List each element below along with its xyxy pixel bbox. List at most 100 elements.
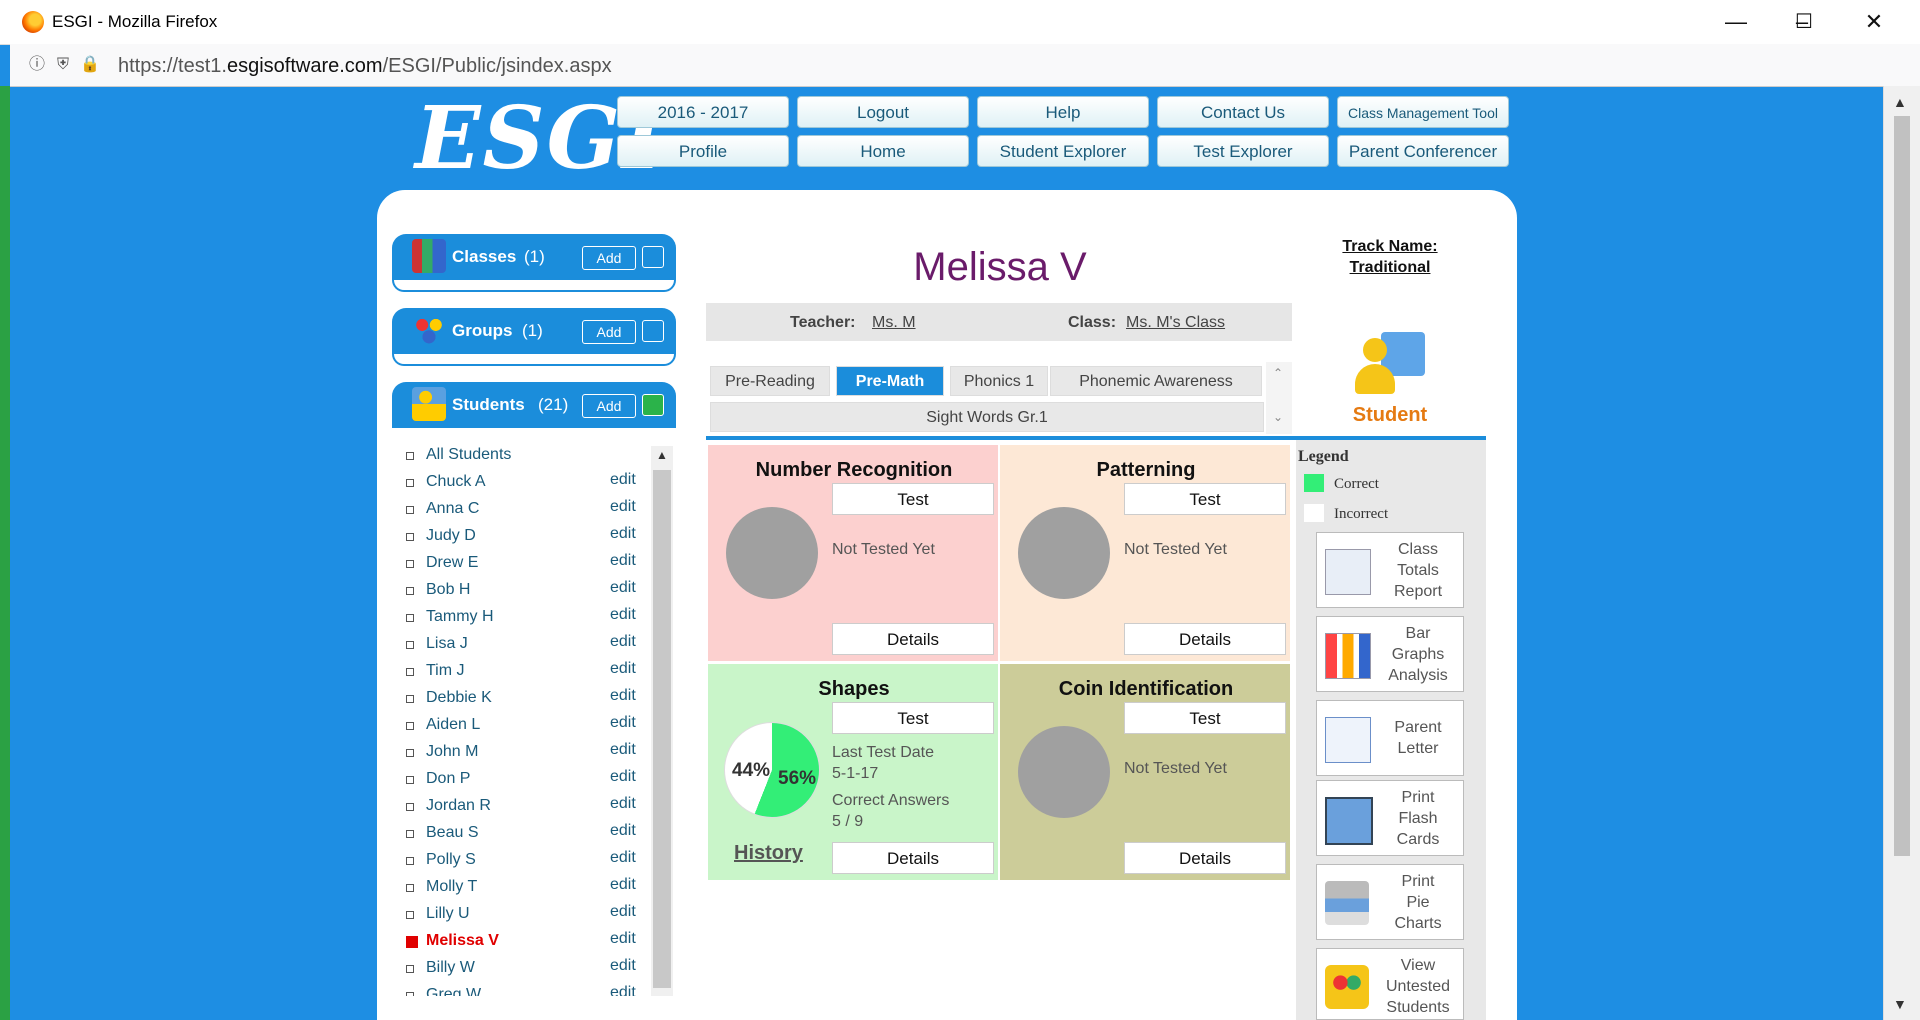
history-link[interactable]: History [734, 842, 803, 865]
track-label[interactable]: Track Name: [1320, 236, 1460, 257]
edit-link[interactable]: edit [610, 984, 636, 996]
list-item[interactable]: Don P edit [396, 766, 641, 793]
collapse-students-icon[interactable] [642, 394, 664, 416]
print-pie-charts-button[interactable]: Print Pie Charts [1316, 864, 1464, 940]
details-button[interactable]: Details [832, 842, 994, 874]
student-name[interactable]: Billy W [426, 959, 475, 977]
tab-pre-reading[interactable]: Pre-Reading [710, 366, 830, 396]
edit-link[interactable]: edit [610, 957, 636, 975]
chevron-down-icon[interactable]: ⌄ [1273, 410, 1283, 424]
info-icon[interactable]: ⓘ [28, 56, 46, 74]
list-item[interactable]: Tim J edit [396, 658, 641, 685]
track-value[interactable]: Traditional [1320, 257, 1460, 278]
tab-pre-math[interactable]: Pre-Math [836, 366, 944, 396]
details-button[interactable]: Details [1124, 842, 1286, 874]
edit-link[interactable]: edit [610, 498, 636, 516]
scroll-up-icon[interactable]: ▲ [656, 448, 668, 462]
edit-link[interactable]: edit [610, 822, 636, 840]
close-button[interactable]: ✕ [1854, 8, 1894, 36]
page-scrollbar[interactable]: ▲ ▼ [1883, 86, 1920, 1020]
tab-phonics-1[interactable]: Phonics 1 [950, 366, 1048, 396]
edit-link[interactable]: edit [610, 903, 636, 921]
student-name[interactable]: Debbie K [426, 689, 492, 707]
test-button[interactable]: Test [832, 483, 994, 515]
list-item[interactable]: Beau S edit [396, 820, 641, 847]
expand-groups-icon[interactable] [642, 320, 664, 342]
help-button[interactable]: Help [977, 96, 1149, 128]
test-button[interactable]: Test [1124, 483, 1286, 515]
track-name[interactable]: Track Name: Traditional [1320, 236, 1460, 278]
profile-button[interactable]: Profile [617, 135, 789, 167]
scroll-up-icon[interactable]: ▲ [1893, 94, 1907, 110]
print-flash-cards-button[interactable]: Print Flash Cards [1316, 780, 1464, 856]
class-totals-report-button[interactable]: Class Totals Report [1316, 532, 1464, 608]
student-name[interactable]: All Students [426, 446, 511, 464]
expand-classes-icon[interactable] [642, 246, 664, 268]
students-header[interactable]: Students (21) Add [392, 382, 676, 428]
scroll-down-icon[interactable]: ▼ [1893, 996, 1907, 1012]
year-button[interactable]: 2016 - 2017 [617, 96, 789, 128]
details-button[interactable]: Details [832, 623, 994, 655]
list-item[interactable]: Billy W edit [396, 955, 641, 982]
list-item[interactable]: Polly S edit [396, 847, 641, 874]
test-button[interactable]: Test [832, 702, 994, 734]
list-item-all-students[interactable]: All Students [396, 442, 641, 469]
edit-link[interactable]: edit [610, 687, 636, 705]
list-item[interactable]: Anna C edit [396, 496, 641, 523]
list-item[interactable]: Jordan R edit [396, 793, 641, 820]
student-list-scrollbar[interactable]: ▲ [651, 446, 673, 996]
classes-header[interactable]: Classes (1) Add [392, 234, 676, 280]
student-explorer-button[interactable]: Student Explorer [977, 135, 1149, 167]
student-list-scroll-thumb[interactable] [653, 470, 671, 988]
student-name[interactable]: Chuck A [426, 473, 486, 491]
add-group-button[interactable]: Add [582, 320, 636, 344]
student-name[interactable]: Polly S [426, 851, 476, 869]
list-item[interactable]: Chuck A edit [396, 469, 641, 496]
url-text[interactable]: https://test1.esgisoftware.com/ESGI/Publ… [118, 55, 612, 78]
student-name[interactable]: Jordan R [426, 797, 491, 815]
edit-link[interactable]: edit [610, 930, 636, 948]
bar-graphs-analysis-button[interactable]: Bar Graphs Analysis [1316, 616, 1464, 692]
contact-us-button[interactable]: Contact Us [1157, 96, 1329, 128]
tab-scroller[interactable]: ⌃ ⌄ [1266, 362, 1292, 434]
logout-button[interactable]: Logout [797, 96, 969, 128]
student-name[interactable]: Lisa J [426, 635, 468, 653]
class-management-tool-button[interactable]: Class Management Tool [1337, 96, 1509, 128]
edit-link[interactable]: edit [610, 741, 636, 759]
page-scroll-thumb[interactable] [1894, 116, 1910, 856]
edit-link[interactable]: edit [610, 471, 636, 489]
student-name[interactable]: Tammy H [426, 608, 494, 626]
parent-letter-button[interactable]: Parent Letter [1316, 700, 1464, 776]
list-item[interactable]: Judy D edit [396, 523, 641, 550]
edit-link[interactable]: edit [610, 714, 636, 732]
student-name[interactable]: Bob H [426, 581, 470, 599]
student-name[interactable]: Drew E [426, 554, 478, 572]
tab-phonemic-awareness[interactable]: Phonemic Awareness [1050, 366, 1262, 396]
maximize-button[interactable]: ☐ [1784, 8, 1824, 36]
add-student-button[interactable]: Add [582, 394, 636, 418]
student-name[interactable]: Aiden L [426, 716, 480, 734]
student-name[interactable]: Beau S [426, 824, 478, 842]
student-name[interactable]: Greg W [426, 986, 481, 996]
list-item[interactable]: Greg W edit [396, 982, 641, 996]
student-name[interactable]: Judy D [426, 527, 476, 545]
student-name[interactable]: Molly T [426, 878, 477, 896]
home-button[interactable]: Home [797, 135, 969, 167]
view-untested-students-button[interactable]: View Untested Students [1316, 948, 1464, 1020]
list-item[interactable]: Tammy H edit [396, 604, 641, 631]
edit-link[interactable]: edit [610, 660, 636, 678]
parent-conferencer-button[interactable]: Parent Conferencer [1337, 135, 1509, 167]
student-name[interactable]: Melissa V [426, 932, 499, 950]
add-class-button[interactable]: Add [582, 246, 636, 270]
details-button[interactable]: Details [1124, 623, 1286, 655]
student-name[interactable]: Don P [426, 770, 470, 788]
test-explorer-button[interactable]: Test Explorer [1157, 135, 1329, 167]
list-item-selected[interactable]: Melissa V edit [396, 928, 641, 955]
edit-link[interactable]: edit [610, 768, 636, 786]
list-item[interactable]: Molly T edit [396, 874, 641, 901]
list-item[interactable]: Debbie K edit [396, 685, 641, 712]
edit-link[interactable]: edit [610, 552, 636, 570]
test-button[interactable]: Test [1124, 702, 1286, 734]
teacher-link[interactable]: Ms. M [872, 314, 916, 332]
list-item[interactable]: Lilly U edit [396, 901, 641, 928]
